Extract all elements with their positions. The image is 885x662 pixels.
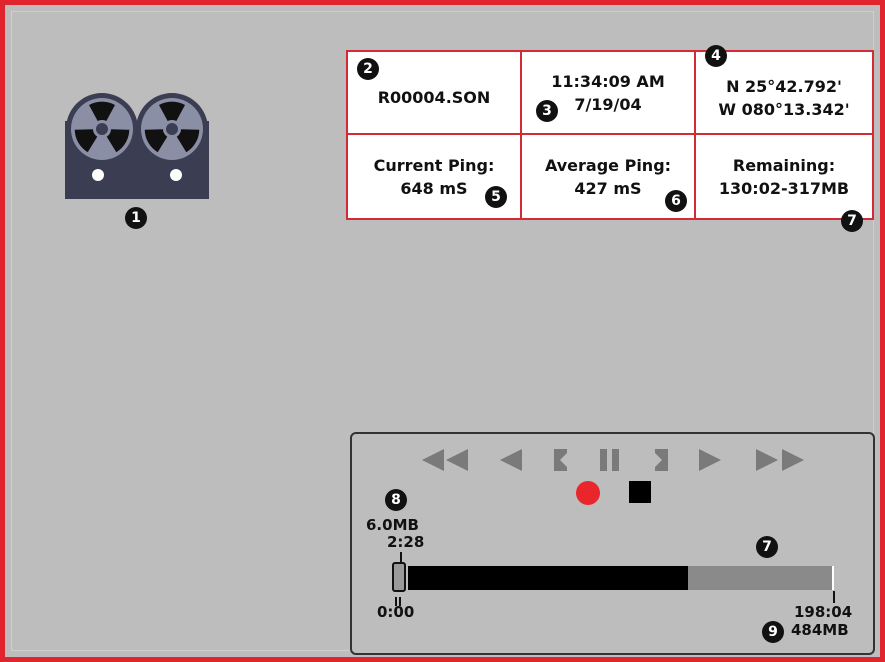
slider-time-label: 2:28 <box>387 533 425 551</box>
sonar-recording-screen: 1 R00004.SON 11:34:09 AM 7/19/04 N 25°42… <box>0 0 885 662</box>
slider-tick <box>400 552 402 562</box>
progress-bar-end-cap <box>832 566 834 590</box>
current-ping-label: Current Ping: <box>373 155 495 175</box>
callout-2: 2 <box>357 58 379 80</box>
datetime-cell: 11:34:09 AM 7/19/04 <box>522 52 696 135</box>
remaining-value: 130:02-317MB <box>718 178 850 198</box>
remaining-label: Remaining: <box>732 155 836 175</box>
end-time-label: 198:04 <box>794 603 853 621</box>
playback-slider-handle[interactable] <box>392 562 406 592</box>
filename: R00004.SON <box>377 88 491 107</box>
step-forward-icon[interactable] <box>697 449 721 471</box>
callout-1: 1 <box>125 207 147 229</box>
fast-forward-icon[interactable] <box>756 449 804 471</box>
slider-size-label: 6.0MB <box>366 516 419 534</box>
remaining-cell: Remaining: 130:02-317MB <box>696 135 872 218</box>
record-icon[interactable] <box>576 481 600 505</box>
date: 7/19/04 <box>574 94 642 114</box>
progress-bar-track[interactable] <box>408 566 832 590</box>
callout-6: 6 <box>665 190 687 212</box>
callout-3: 3 <box>536 100 558 122</box>
callout-7-progress: 7 <box>756 536 778 558</box>
progress-bar-fill <box>408 566 688 590</box>
end-size-label: 484MB <box>791 621 849 639</box>
mark-end-bracket-icon[interactable] <box>654 449 668 471</box>
average-ping-label: Average Ping: <box>544 155 672 175</box>
time: 11:34:09 AM <box>551 71 665 91</box>
current-ping-value: 648 mS <box>400 178 468 198</box>
start-time-label: 0:00 <box>377 603 415 621</box>
callout-5: 5 <box>485 186 507 208</box>
longitude: W 080°13.342' <box>718 99 850 119</box>
fast-rewind-icon[interactable] <box>422 449 470 471</box>
callout-4: 4 <box>705 45 727 67</box>
recording-info-grid: R00004.SON 11:34:09 AM 7/19/04 N 25°42.7… <box>346 50 874 220</box>
mark-start-bracket-icon[interactable] <box>554 449 568 471</box>
callout-9: 9 <box>762 621 784 643</box>
step-back-icon[interactable] <box>500 449 524 471</box>
stop-icon[interactable] <box>629 481 651 503</box>
tape-reel-recorder-icon <box>65 93 209 199</box>
latitude: N 25°42.792' <box>726 76 842 96</box>
end-tick <box>833 591 835 603</box>
callout-7-remaining: 7 <box>841 210 863 232</box>
average-ping-value: 427 mS <box>574 178 642 198</box>
pause-icon[interactable] <box>599 449 621 471</box>
callout-8: 8 <box>385 489 407 511</box>
playback-panel: 8 6.0MB 2:28 7 0:00 198:04 484MB 9 <box>350 432 875 655</box>
